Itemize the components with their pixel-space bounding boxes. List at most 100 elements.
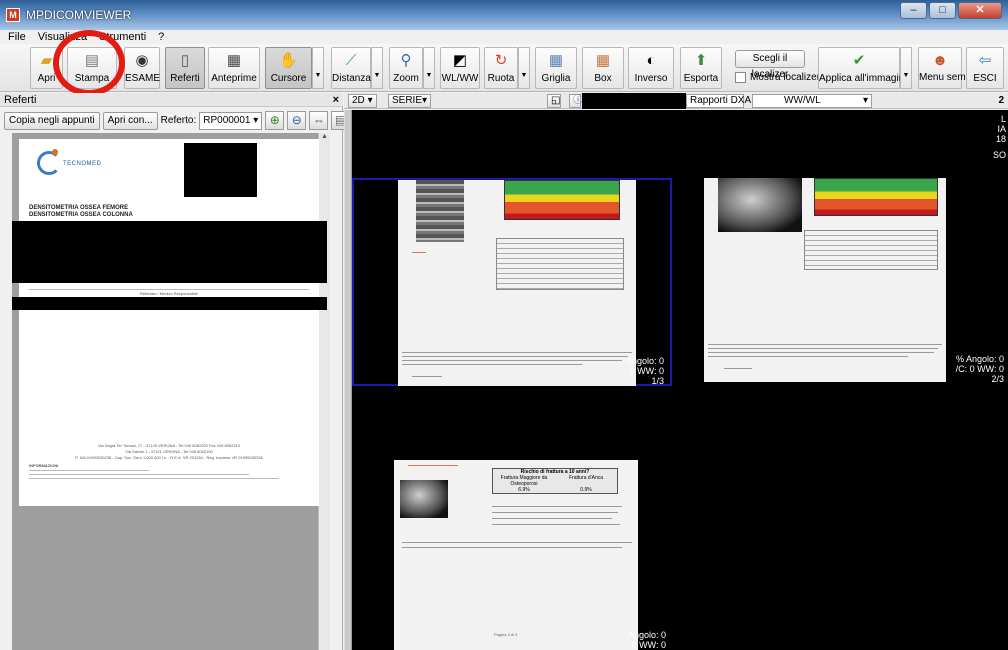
rule-line bbox=[29, 289, 309, 290]
rotate-button[interactable]: ↻ Ruota bbox=[484, 47, 518, 89]
apply-dropdown[interactable]: ▼ bbox=[900, 47, 912, 89]
text-line bbox=[708, 352, 934, 353]
zoom-out-icon[interactable]: ⊖ bbox=[287, 111, 307, 130]
previews-button[interactable]: ▦ Anteprime bbox=[208, 47, 260, 89]
page-counter: 2 bbox=[998, 95, 1004, 106]
contrast-diagonal-icon: ◩ bbox=[452, 52, 468, 69]
distance-button[interactable]: ⟋ Distanza bbox=[331, 47, 371, 89]
text-line bbox=[708, 356, 908, 357]
femur-scan bbox=[718, 178, 802, 232]
reports-button[interactable]: ▯ Referti bbox=[165, 47, 205, 89]
simple-menu-button[interactable]: ☻ Menu semplice bbox=[918, 47, 986, 89]
window-level-button[interactable]: ◩ WL/WW bbox=[440, 47, 480, 89]
grid-thumbnails-icon: ▦ bbox=[226, 52, 242, 69]
redacted-report-body bbox=[12, 221, 327, 283]
bmd-reference-chart bbox=[814, 178, 938, 216]
box-layout-icon: ▦ bbox=[595, 52, 611, 69]
exit-button[interactable]: ⇦ ESCI bbox=[966, 47, 1004, 89]
viewport-1[interactable]: Angolo: 0 0 WW: 0 1/3 bbox=[352, 178, 672, 386]
rotate-dropdown[interactable]: ▼ bbox=[518, 47, 530, 89]
menu-strumenti[interactable]: Strumenti bbox=[99, 30, 146, 44]
text-line bbox=[492, 512, 618, 513]
exam-button[interactable]: ◉ ESAME bbox=[124, 47, 160, 89]
screen-layout-icon[interactable]: ◱ bbox=[547, 94, 561, 108]
window-preset-select[interactable]: WW/WL ▾ bbox=[752, 94, 872, 108]
magnifier-icon: ⚲ bbox=[400, 52, 412, 69]
main-toolbar: ▰ Apri ▤ Stampa ◉ ESAME ▯ Referti ▦ Ante… bbox=[0, 44, 1008, 92]
cursor-dropdown[interactable]: ▼ bbox=[312, 47, 324, 89]
close-window-button[interactable]: ✕ bbox=[958, 2, 1002, 19]
minimize-button[interactable]: – bbox=[900, 2, 927, 19]
export-icon: ⬆ bbox=[694, 52, 708, 69]
print-button[interactable]: ▤ Stampa bbox=[67, 47, 117, 89]
footer-text-line bbox=[29, 470, 149, 471]
viewport-3[interactable]: Rischio di frattura a 10 anni? Frattura … bbox=[352, 454, 672, 650]
viewer-scrollbar[interactable] bbox=[344, 110, 352, 650]
copy-to-clipboard-button[interactable]: Copia negli appunti bbox=[4, 111, 100, 130]
distance-dropdown[interactable]: ▼ bbox=[371, 47, 383, 89]
report-page: TECNOMED DENSITOMETRIA OSSEA FEMORE DENS… bbox=[12, 139, 327, 506]
scroll-up-arrow[interactable]: ▲ bbox=[319, 133, 330, 145]
maximize-button[interactable]: □ bbox=[929, 2, 956, 19]
heading-spine: DENSITOMETRIA OSSEA COLONNA bbox=[29, 212, 133, 218]
info-icon[interactable]: ⓘ bbox=[569, 94, 583, 108]
zoom-in-icon[interactable]: ⊕ bbox=[265, 111, 285, 130]
footer-line bbox=[724, 368, 752, 369]
document-icon: ▯ bbox=[180, 52, 190, 69]
report-select[interactable]: RP000001 ▾ bbox=[199, 111, 263, 130]
address-line-1: Via Sagra Ter Tomasi, 17 - 37129 VERONA … bbox=[97, 443, 241, 448]
text-line bbox=[402, 542, 632, 543]
show-localizer-checkbox[interactable]: Mostra localizer bbox=[735, 72, 820, 83]
fit-width-icon[interactable]: ⇔ bbox=[309, 111, 329, 130]
viewport-3-overlay: Angolo: 0 0 WW: 0 bbox=[627, 630, 666, 650]
menu-visualizza[interactable]: Visualizza bbox=[38, 30, 87, 44]
checkbox-box[interactable] bbox=[735, 72, 746, 83]
users-icon: ☻ bbox=[932, 52, 948, 69]
menu-help[interactable]: ? bbox=[158, 30, 164, 44]
viewport-2-overlay: % Angolo: 0 /C: 0 WW: 0 2/3 bbox=[955, 354, 1004, 384]
exit-icon: ⇦ bbox=[978, 52, 992, 69]
results-table bbox=[496, 238, 624, 290]
text-line bbox=[402, 352, 632, 353]
report-scrollbar[interactable]: ▲ bbox=[318, 133, 330, 650]
page-footer: Pagina 3 di 3 bbox=[494, 632, 518, 637]
viewport-2[interactable]: % Angolo: 0 /C: 0 WW: 0 2/3 bbox=[676, 178, 1006, 386]
box-button[interactable]: ▦ Box bbox=[582, 47, 624, 89]
invert-icon: ◐ bbox=[646, 52, 656, 69]
text-line bbox=[708, 344, 942, 345]
mode-select[interactable]: 2D ▾ bbox=[348, 94, 377, 108]
results-table bbox=[804, 230, 938, 270]
text-line bbox=[708, 348, 938, 349]
dxa-reports-field[interactable]: Rapporti DXA bbox=[686, 94, 751, 108]
panel-header: Referti × bbox=[0, 93, 343, 107]
grid-button[interactable]: ▦ Griglia bbox=[535, 47, 577, 89]
open-with-button[interactable]: Apri con... bbox=[102, 111, 158, 130]
cursor-button[interactable]: ✋ Cursore bbox=[265, 47, 312, 89]
folder-icon: ▰ bbox=[40, 52, 53, 69]
scrollbar-thumb[interactable] bbox=[345, 110, 351, 650]
menu-file[interactable]: File bbox=[8, 30, 26, 44]
window-controls: – □ ✕ bbox=[900, 2, 1002, 19]
open-button[interactable]: ▰ Apri bbox=[30, 47, 63, 89]
footer-text-line bbox=[29, 474, 249, 475]
panel-close-button[interactable]: × bbox=[333, 93, 339, 107]
dxa-frax-report-image: Rischio di frattura a 10 anni? Frattura … bbox=[394, 460, 638, 650]
text-line bbox=[402, 360, 622, 361]
grid-icon: ▦ bbox=[548, 52, 564, 69]
apply-to-image-button[interactable]: ✔ Applica all'immagine bbox=[818, 47, 910, 89]
red-title bbox=[408, 465, 458, 466]
export-button[interactable]: ⬆ Esporta bbox=[680, 47, 722, 89]
redacted-footer-band bbox=[12, 297, 327, 310]
zoom-dropdown[interactable]: ▼ bbox=[423, 47, 435, 89]
zoom-button[interactable]: ⚲ Zoom bbox=[389, 47, 423, 89]
hand-cursor-icon: ✋ bbox=[279, 52, 298, 69]
dxa-femur-report-image bbox=[704, 178, 946, 382]
ruler-icon: ⟋ bbox=[345, 52, 357, 69]
invert-button[interactable]: ◐ Inverso bbox=[628, 47, 674, 89]
series-select[interactable]: SERIE▾ bbox=[388, 94, 432, 108]
report-preview-area: ▲ TECNOMED DENSITOMETRIA OSSEA FEMORE DE… bbox=[12, 133, 330, 650]
panel-tools: Copia negli appunti Apri con... Referto:… bbox=[4, 111, 351, 130]
text-line bbox=[402, 356, 628, 357]
image-viewer[interactable]: Angolo: 0 0 WW: 0 1/3 % Angolo: 0 /C: 0 … bbox=[344, 110, 1008, 650]
choose-localizer-button[interactable]: Scegli il localizer bbox=[735, 50, 805, 80]
